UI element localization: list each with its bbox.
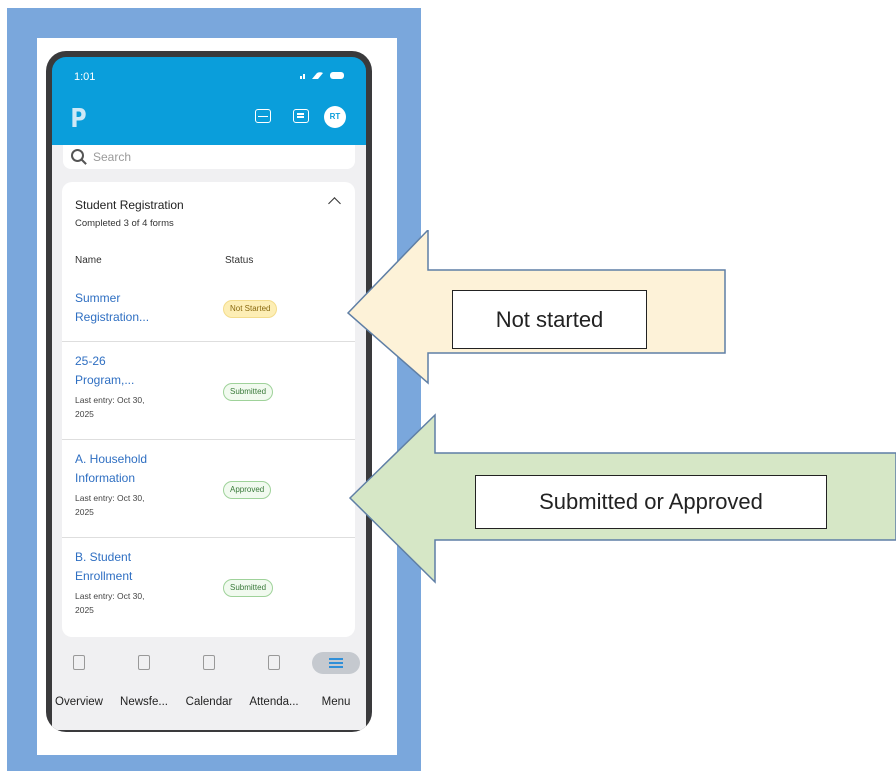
card-title: Student Registration bbox=[75, 198, 184, 212]
inbox-icon[interactable] bbox=[255, 109, 271, 123]
form-row[interactable]: 25-26 Program,... Last entry: Oct 30, 20… bbox=[62, 342, 355, 440]
search-input[interactable]: Search bbox=[63, 145, 355, 169]
last-entry-year: 2025 bbox=[75, 605, 94, 615]
avatar[interactable]: RT bbox=[324, 106, 346, 128]
last-entry-year: 2025 bbox=[75, 507, 94, 517]
form-name-line[interactable]: 25-26 bbox=[75, 352, 185, 371]
last-entry-text: Last entry: Oct 30, bbox=[75, 591, 145, 601]
form-name-line[interactable]: Summer bbox=[75, 289, 185, 308]
app-header: P RT bbox=[52, 93, 366, 145]
powerschool-logo: P bbox=[70, 104, 87, 134]
system-status-icons bbox=[300, 70, 346, 83]
completion-status: Completed 3 of 4 forms bbox=[75, 218, 174, 229]
nav-menu[interactable]: Menu bbox=[304, 652, 368, 712]
battery-wifi-icon bbox=[300, 72, 344, 79]
form-name-line[interactable]: Information bbox=[75, 469, 185, 488]
last-entry-text: Last entry: Oct 30, bbox=[75, 395, 145, 405]
attendance-icon bbox=[268, 655, 280, 670]
submitted-approved-label: Submitted or Approved bbox=[475, 475, 827, 529]
message-icon[interactable] bbox=[293, 109, 309, 123]
nav-overview[interactable]: Overview bbox=[47, 652, 111, 712]
status-bar: 1:01 bbox=[52, 57, 366, 93]
form-name-line[interactable]: Registration... bbox=[75, 308, 185, 327]
calendar-icon bbox=[203, 655, 215, 670]
search-placeholder: Search bbox=[93, 150, 132, 164]
form-row[interactable]: A. Household Information Last entry: Oct… bbox=[62, 440, 355, 538]
main-content: Search Student Registration Completed 3 … bbox=[52, 145, 366, 640]
newsfeed-icon bbox=[138, 655, 150, 670]
last-entry-year: 2025 bbox=[75, 409, 94, 419]
phone-screenshot: 1:01 P RT Search Student Registration Co… bbox=[46, 51, 372, 732]
status-badge-submitted: Submitted bbox=[223, 383, 274, 401]
status-badge-not-started: Not Started bbox=[223, 300, 278, 318]
nav-newsfeed[interactable]: Newsfe... bbox=[112, 652, 176, 712]
menu-active-pill bbox=[312, 652, 360, 674]
form-row[interactable]: B. Student Enrollment Last entry: Oct 30… bbox=[62, 538, 355, 634]
status-badge-approved: Approved bbox=[223, 481, 272, 499]
nav-calendar[interactable]: Calendar bbox=[177, 652, 241, 712]
menu-icon bbox=[329, 658, 343, 660]
bottom-navigation: Overview Newsfe... Calendar Attenda... M… bbox=[52, 640, 366, 730]
student-registration-card: Student Registration Completed 3 of 4 fo… bbox=[62, 182, 355, 637]
form-name-line[interactable]: Enrollment bbox=[75, 567, 185, 586]
chevron-up-icon[interactable] bbox=[328, 197, 341, 210]
form-row[interactable]: Summer Registration... Not Started bbox=[62, 282, 355, 342]
last-entry-text: Last entry: Oct 30, bbox=[75, 493, 145, 503]
status-badge-submitted: Submitted bbox=[223, 579, 274, 597]
name-column-header: Name bbox=[75, 255, 102, 266]
nav-label: Menu bbox=[321, 696, 351, 708]
form-name-line[interactable]: B. Student bbox=[75, 548, 185, 567]
not-started-label: Not started bbox=[452, 290, 647, 349]
overview-icon bbox=[73, 655, 85, 670]
form-name-line[interactable]: Program,... bbox=[75, 371, 185, 390]
status-time: 1:01 bbox=[74, 71, 96, 83]
form-name-line[interactable]: A. Household bbox=[75, 450, 185, 469]
search-icon bbox=[71, 149, 84, 162]
nav-attendance[interactable]: Attenda... bbox=[242, 652, 306, 712]
status-column-header: Status bbox=[225, 255, 254, 266]
